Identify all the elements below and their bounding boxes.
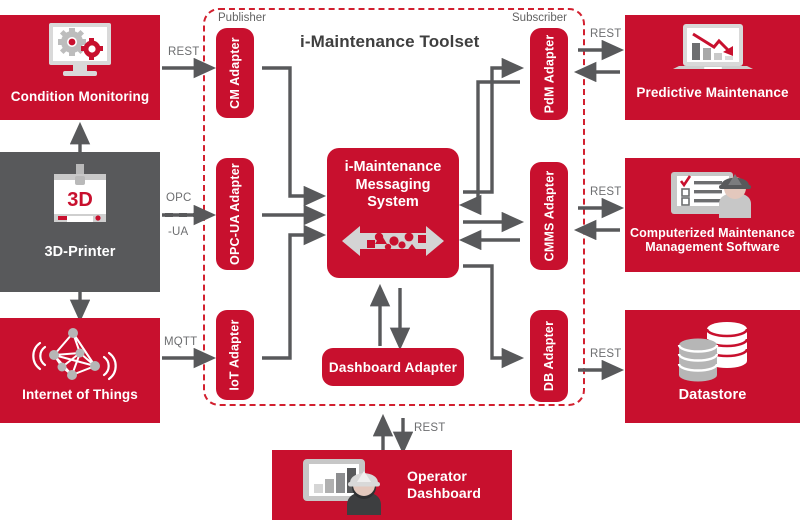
tile-internet-of-things[interactable]: Internet of Things: [0, 318, 160, 423]
cmms-label-line1: Computerized Maintenance: [630, 226, 795, 240]
diagram-canvas: Condition Monitoring 3D 3D-Printer Inter…: [0, 0, 800, 520]
adapter-iot[interactable]: IoT Adapter: [216, 310, 254, 400]
adapter-label: CMMS Adapter: [542, 170, 557, 262]
protocol-label-opc: OPC: [166, 192, 192, 204]
dashboard-label-line1: Operator: [406, 467, 467, 484]
tile-cmms[interactable]: Computerized Maintenance Management Soft…: [625, 158, 800, 272]
iot-network-icon: [32, 328, 117, 381]
tile-label: Datastore: [678, 387, 747, 403]
protocol-label-rest-bottom: REST: [414, 422, 446, 434]
monitor-gears-icon: [49, 23, 111, 76]
adapter-cmms[interactable]: CMMS Adapter: [530, 162, 568, 270]
adapter-opc-ua[interactable]: OPC-UA Adapter: [216, 158, 254, 270]
core-title-line3: System: [367, 194, 419, 211]
cmms-label-line2: Management Software: [645, 240, 780, 254]
dashboard-label-line2: Dashboard: [406, 485, 482, 501]
bidirectional-message-arrow-icon: [342, 226, 444, 257]
subscriber-zone-label: Subscriber: [512, 12, 567, 24]
adapter-db[interactable]: DB Adapter: [530, 310, 568, 402]
tile-label: Computerized Maintenance Management Soft…: [625, 226, 800, 254]
tile-operator-dashboard[interactable]: Operator Dashboard: [272, 450, 512, 520]
core-messaging-system[interactable]: i-Maintenance Messaging System: [327, 148, 459, 278]
dashboard-worker-icon: [302, 459, 381, 515]
core-title: i-Maintenance Messaging System: [345, 159, 442, 212]
publisher-zone-label: Publisher: [218, 12, 266, 24]
database-stack-icon: [677, 322, 748, 382]
tile-label: Condition Monitoring: [10, 89, 150, 104]
toolset-title: i-Maintenance Toolset: [300, 32, 480, 51]
protocol-label-mqtt: MQTT: [164, 336, 198, 348]
tile-label: Internet of Things: [22, 387, 138, 402]
protocol-label-rest-right-bottom: REST: [590, 348, 622, 360]
adapter-pdm[interactable]: PdM Adapter: [530, 28, 568, 120]
protocol-label-rest-right-mid: REST: [590, 186, 622, 198]
tile-datastore[interactable]: Datastore: [625, 310, 800, 423]
adapter-label: DB Adapter: [542, 320, 557, 392]
tile-predictive-maintenance[interactable]: Predictive Maintenance: [625, 15, 800, 120]
laptop-chart-icon: [672, 24, 753, 69]
3d-printer-icon: 3D: [54, 164, 106, 222]
adapter-label: PdM Adapter: [542, 34, 557, 114]
protocol-label-rest-left: REST: [168, 46, 200, 58]
tile-label: Operator Dashboard: [407, 468, 481, 503]
adapter-label: IoT Adapter: [228, 319, 242, 391]
tile-label: Predictive Maintenance: [636, 85, 789, 100]
tile-3d-printer[interactable]: 3D 3D-Printer: [0, 152, 160, 292]
tile-label: 3D-Printer: [44, 244, 116, 260]
tile-condition-monitoring[interactable]: Condition Monitoring: [0, 15, 160, 120]
core-title-line1: i-Maintenance: [344, 159, 442, 175]
adapter-label: CM Adapter: [228, 37, 242, 109]
adapter-dashboard[interactable]: Dashboard Adapter: [322, 348, 464, 386]
checklist-worker-icon: [670, 172, 751, 218]
adapter-label: Dashboard Adapter: [328, 359, 458, 375]
protocol-label-opc-ua: -UA: [168, 226, 189, 238]
core-title-line2: Messaging: [355, 176, 431, 193]
adapter-label: OPC-UA Adapter: [228, 163, 243, 265]
adapter-cm[interactable]: CM Adapter: [216, 28, 254, 118]
protocol-label-rest-right-top: REST: [590, 28, 622, 40]
svg-text:3D: 3D: [67, 189, 93, 211]
